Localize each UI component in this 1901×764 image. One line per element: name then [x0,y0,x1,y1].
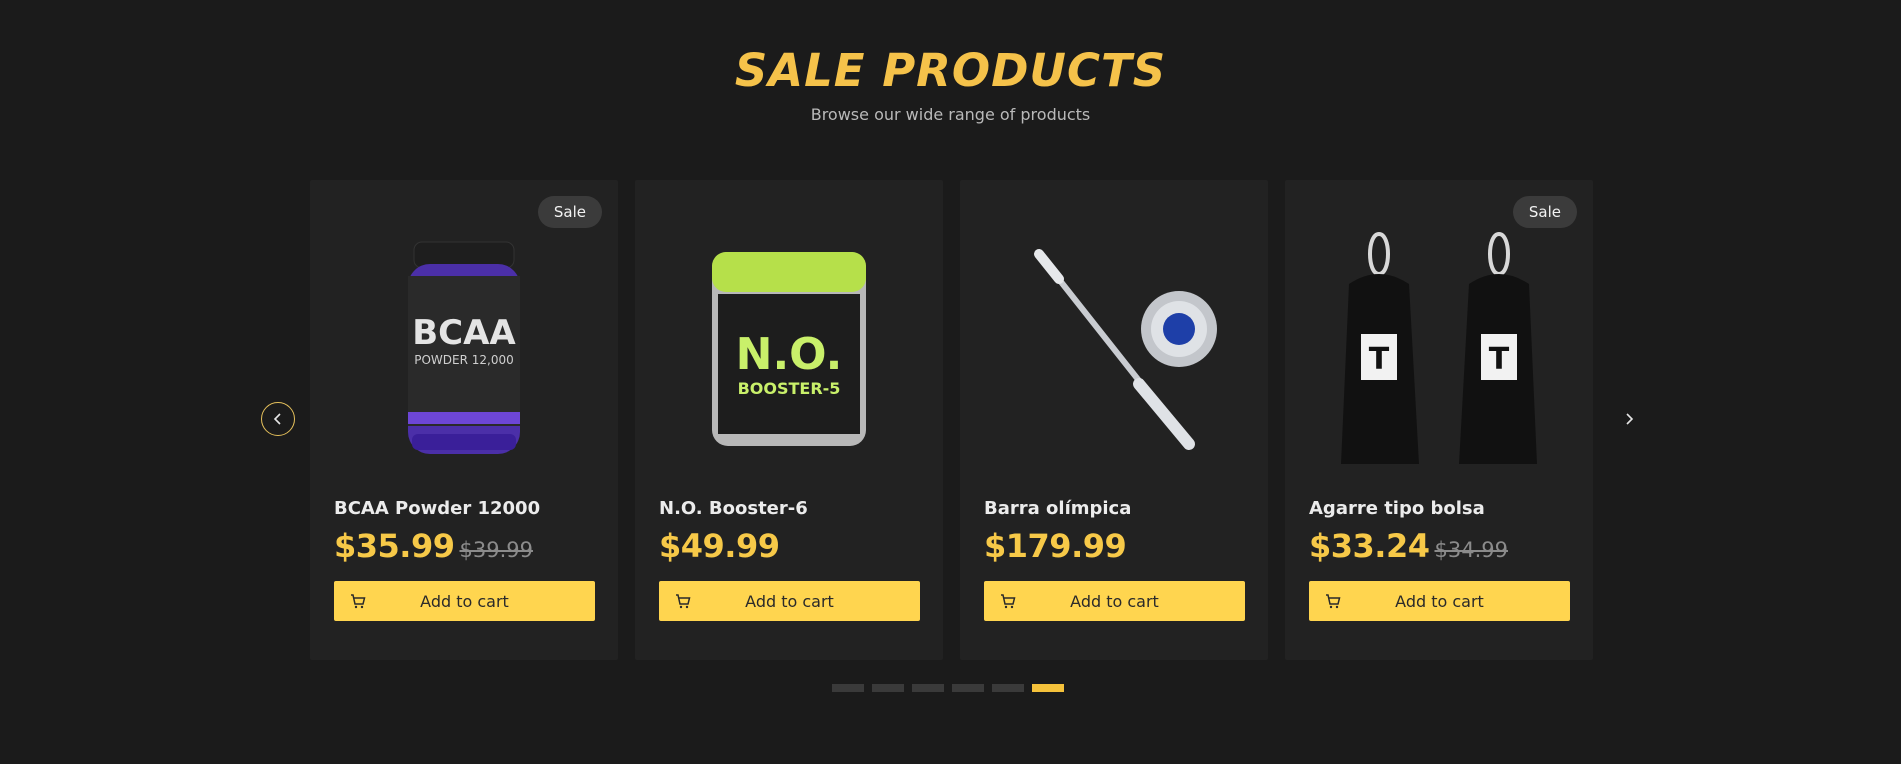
svg-text:BCAA: BCAA [412,313,516,353]
product-card[interactable]: Sale BCAA POWDER 12,000 BCAA Powder 1200… [310,180,618,660]
chevron-left-icon [273,413,281,425]
cart-icon [1001,594,1016,609]
carousel-dot[interactable] [832,684,864,692]
add-to-cart-button[interactable]: Add to cart [334,581,595,621]
product-card[interactable]: N.O. BOOSTER-5 N.O. Booster-6 $49.99 Add… [635,180,943,660]
chevron-right-icon [1626,413,1634,425]
product-card[interactable]: Sale T T Agarre tipo bolsa $33.24 $34.99… [1285,180,1593,660]
price-row: $33.24 $34.99 [1309,527,1508,565]
add-to-cart-button[interactable]: Add to cart [659,581,920,621]
svg-text:T: T [1489,342,1510,377]
price-row: $49.99 [659,527,780,565]
svg-text:T: T [1369,342,1390,377]
carousel-prev-button[interactable] [261,402,295,436]
cart-icon [351,594,366,609]
add-to-cart-label: Add to cart [1395,591,1484,611]
product-old-price: $34.99 [1434,538,1508,562]
product-price: $179.99 [984,527,1127,565]
carousel-dot[interactable] [912,684,944,692]
section-title: SALE PRODUCTS [734,44,1167,97]
add-to-cart-button[interactable]: Add to cart [1309,581,1570,621]
add-to-cart-label: Add to cart [745,591,834,611]
ab-straps-image: T T [1341,232,1537,464]
product-name[interactable]: Agarre tipo bolsa [1309,498,1485,519]
add-to-cart-label: Add to cart [1070,591,1159,611]
price-row: $179.99 [984,527,1127,565]
carousel-dot[interactable] [992,684,1024,692]
section-subtitle: Browse our wide range of products [810,105,1091,124]
carousel-dot-active[interactable] [1032,684,1064,692]
product-price: $33.24 [1309,527,1430,565]
product-name[interactable]: Barra olímpica [984,498,1131,519]
bcaa-tub-image: BCAA POWDER 12,000 [408,241,520,454]
carousel-dot[interactable] [952,684,984,692]
product-image[interactable] [960,224,1268,474]
cart-icon [676,594,691,609]
add-to-cart-label: Add to cart [420,591,509,611]
product-name[interactable]: BCAA Powder 12000 [334,498,540,519]
product-image[interactable]: T T [1285,224,1593,474]
carousel-dot[interactable] [872,684,904,692]
price-row: $35.99 $39.99 [334,527,533,565]
product-card[interactable]: Barra olímpica $179.99 Add to cart [960,180,1268,660]
supplement-tub-image: N.O. BOOSTER-5 [712,252,866,446]
product-image[interactable]: BCAA POWDER 12,000 [310,224,618,474]
barbell-image [1034,249,1217,450]
svg-text:POWDER 12,000: POWDER 12,000 [414,353,514,367]
carousel-next-button[interactable] [1612,402,1646,436]
product-price: $35.99 [334,527,455,565]
svg-text:BOOSTER-5: BOOSTER-5 [738,379,841,398]
carousel-pagination [832,684,1064,692]
product-image[interactable]: N.O. BOOSTER-5 [635,224,943,474]
product-old-price: $39.99 [459,538,533,562]
cart-icon [1326,594,1341,609]
svg-text:N.O.: N.O. [736,329,843,380]
product-price: $49.99 [659,527,780,565]
add-to-cart-button[interactable]: Add to cart [984,581,1245,621]
product-name[interactable]: N.O. Booster-6 [659,498,808,519]
